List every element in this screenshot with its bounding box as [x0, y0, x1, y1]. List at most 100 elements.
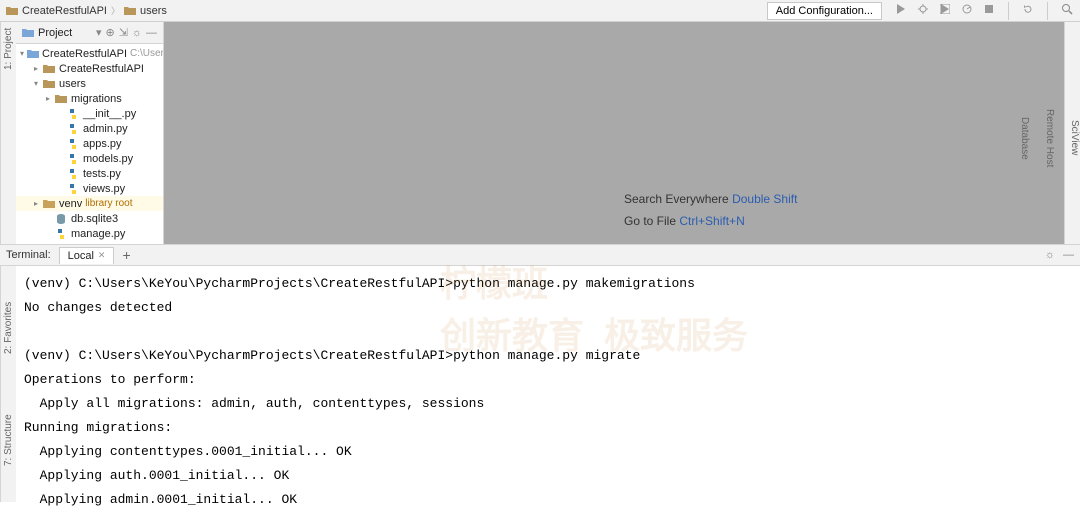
debug-icon[interactable] [916, 2, 930, 16]
tree-item-label: migrations [71, 93, 122, 105]
tree-item-label: CreateRestfulAPI [59, 63, 144, 75]
chevron-right-icon[interactable]: ▸ [32, 199, 40, 208]
tree-item-createrestfulapi[interactable]: ▸ CreateRestfulAPI [16, 61, 163, 76]
run-icon[interactable] [894, 2, 908, 16]
hint-search-label: Search Everywhere [624, 192, 729, 206]
project-sidebar-header: Project ▾ ⊕ ⇲ ☼ — [16, 22, 163, 44]
py-icon [67, 108, 80, 119]
folder-icon [43, 78, 56, 89]
chevron-down-icon[interactable]: ▾ [20, 49, 24, 58]
add-configuration-button[interactable]: Add Configuration... [767, 2, 882, 20]
py-icon [67, 138, 80, 149]
right-tool-database[interactable]: Database [1019, 117, 1030, 160]
stop-icon[interactable] [982, 2, 996, 16]
chevron-down-icon[interactable]: ▾ [96, 26, 102, 39]
left-toolwindow-lower: 7: Structure 2: Favorites [0, 266, 16, 502]
tree-item-db-sqlite3[interactable]: db.sqlite3 [16, 211, 163, 226]
terminal-tab-label: Local [68, 250, 94, 262]
venv-icon [43, 198, 56, 209]
chevron-right-icon: 〉 [111, 4, 120, 17]
terminal-line: Applying auth.0001_initial... OK [24, 464, 1072, 488]
tree-item-hint: library root [85, 198, 132, 209]
toolbar-separator [1047, 2, 1048, 20]
py-icon [67, 168, 80, 179]
py-icon [67, 183, 80, 194]
tree-item-views-py[interactable]: views.py [16, 181, 163, 196]
terminal-tab-local[interactable]: Local ✕ [59, 247, 115, 264]
tree-item-label: views.py [83, 183, 125, 195]
terminal-title: Terminal: [6, 249, 51, 261]
right-tool-remote-host[interactable]: Remote Host [1044, 109, 1055, 167]
project-sidebar: Project ▾ ⊕ ⇲ ☼ — ▾CreateRestfulAPI C:\U… [16, 22, 164, 244]
tree-item-users[interactable]: ▾ users [16, 76, 163, 91]
editor-hints: Search Everywhere Double Shift Go to Fil… [624, 192, 797, 236]
tree-item-label: __init__.py [83, 108, 136, 120]
chevron-down-icon[interactable]: ▾ [32, 79, 40, 88]
tree-item-label: manage.py [71, 228, 125, 240]
project-sidebar-title[interactable]: Project [38, 27, 92, 39]
tree-item-label: models.py [83, 153, 133, 165]
gear-icon[interactable]: ☼ [132, 27, 142, 39]
project-tree[interactable]: ▾CreateRestfulAPI C:\Users\Ke ▸ CreateRest… [16, 44, 163, 244]
tree-item-apps-py[interactable]: apps.py [16, 136, 163, 151]
main-area: 1: Project Project ▾ ⊕ ⇲ ☼ — ▾CreateRest… [0, 22, 1080, 244]
terminal-line: Running migrations: [24, 416, 1072, 440]
editor-area: Search Everywhere Double Shift Go to Fil… [164, 22, 1080, 244]
hide-icon[interactable]: — [1063, 249, 1074, 261]
tree-item-label: apps.py [83, 138, 122, 150]
gear-icon[interactable]: ☼ [1045, 249, 1055, 261]
chevron-right-icon[interactable]: ▸ [32, 64, 40, 73]
target-icon[interactable]: ⊕ [105, 26, 114, 39]
terminal-line: Applying admin.0001_initial... OK [24, 488, 1072, 512]
db-icon [55, 213, 68, 224]
terminal-add-tab[interactable]: + [122, 247, 130, 263]
terminal-body[interactable]: (venv) C:\Users\KeYou\PycharmProjects\Cr… [16, 266, 1080, 500]
tree-item-label: users [59, 78, 86, 90]
folder-icon [124, 6, 136, 16]
tree-item-hint: C:\Users\Ke [130, 48, 163, 59]
tree-item-label: db.sqlite3 [71, 213, 118, 225]
hint-goto-key: Ctrl+Shift+N [679, 214, 744, 228]
right-tool-sciview[interactable]: SciView [1069, 120, 1080, 155]
tree-item-admin-py[interactable]: admin.py [16, 121, 163, 136]
hide-icon[interactable]: — [146, 27, 157, 39]
collapse-icon[interactable]: ⇲ [119, 26, 128, 39]
terminal-line: Applying contenttypes.0001_initial... OK [24, 440, 1072, 464]
tree-item-tests-py[interactable]: tests.py [16, 166, 163, 181]
left-toolwindow-project[interactable]: 1: Project [0, 22, 16, 244]
py-icon [55, 228, 68, 239]
search-icon[interactable] [1060, 2, 1074, 16]
toolbar-separator [1008, 2, 1009, 20]
tree-item-migrations[interactable]: ▸ migrations [16, 91, 163, 106]
terminal-wrap: (venv) C:\Users\KeYou\PycharmProjects\Cr… [16, 266, 1080, 500]
breadcrumb-root[interactable]: CreateRestfulAPI [22, 5, 107, 17]
tree-item-label: admin.py [83, 123, 128, 135]
tree-item-external-libraries[interactable]: ▸External Libraries [16, 241, 163, 244]
folder-icon [6, 6, 18, 16]
tree-item-label: External Libraries [47, 243, 133, 245]
left-tool-favorites[interactable]: 2: Favorites [3, 302, 14, 354]
tree-item-createrestfulapi[interactable]: ▾CreateRestfulAPI C:\Users\Ke [16, 46, 163, 61]
profile-icon[interactable] [960, 2, 974, 16]
breadcrumb-leaf[interactable]: users [140, 5, 167, 17]
run-toolbar [894, 2, 1074, 20]
tree-item-label: venv [59, 198, 82, 210]
terminal-line: No changes detected [24, 296, 1072, 320]
terminal-header-right: ☼ — [1045, 249, 1074, 261]
coverage-icon[interactable] [938, 2, 952, 16]
chevron-right-icon[interactable]: ▸ [44, 94, 52, 103]
project-icon [22, 28, 34, 38]
tree-item-label: tests.py [83, 168, 121, 180]
close-icon[interactable]: ✕ [98, 250, 106, 261]
terminal-line: (venv) C:\Users\KeYou\PycharmProjects\Cr… [24, 344, 1072, 368]
update-icon[interactable] [1021, 2, 1035, 16]
hint-goto-label: Go to File [624, 214, 676, 228]
tree-item-venv[interactable]: ▸ venv library root [16, 196, 163, 211]
tree-item---init---py[interactable]: __init__.py [16, 106, 163, 121]
py-icon [67, 123, 80, 134]
tree-item-models-py[interactable]: models.py [16, 151, 163, 166]
folder-icon [43, 63, 56, 74]
left-tool-structure[interactable]: 7: Structure [3, 414, 14, 466]
tree-item-manage-py[interactable]: manage.py [16, 226, 163, 241]
py-icon [67, 153, 80, 164]
